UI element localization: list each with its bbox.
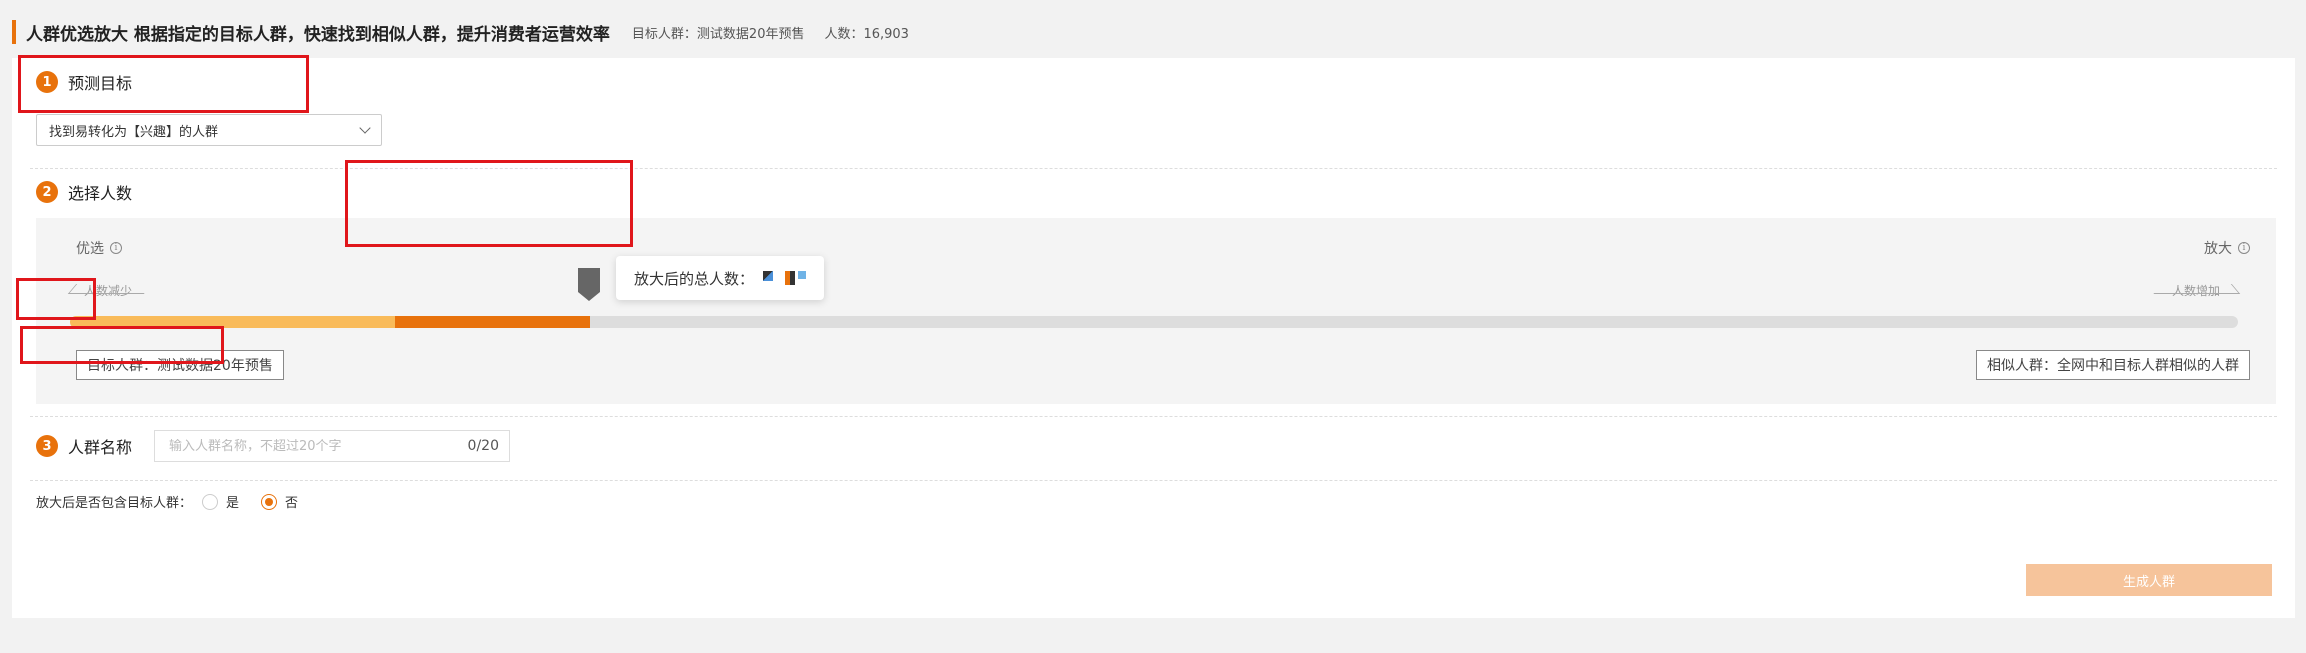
char-counter: 0/20 (467, 438, 499, 454)
step1-heading: 1 预测目标 (36, 70, 132, 94)
expanded-total-label: 放大后的总人数： (634, 269, 755, 288)
slider-track[interactable] (70, 316, 2238, 328)
masked-count (760, 271, 807, 285)
step1-number-icon: 1 (36, 71, 58, 93)
increase-hint-line (2145, 284, 2241, 294)
chevron-down-icon (359, 122, 371, 134)
info-icon[interactable]: i (2238, 242, 2250, 254)
header-accent-bar (12, 20, 16, 44)
target-group-info: 目标人群：测试数据20年预售 (631, 26, 805, 42)
step3-heading: 3 人群名称 (36, 434, 132, 458)
optimize-label-text: 优选 (76, 241, 104, 257)
radio-no[interactable] (261, 493, 278, 510)
slider-fill-optimized (70, 316, 396, 328)
similar-group-button[interactable]: 相似人群：全网中和目标人群相似的人群 (1976, 350, 2250, 380)
slider-handle[interactable] (576, 266, 602, 302)
radio-yes-label[interactable]: 是 (226, 492, 239, 511)
include-target-radio-group: 放大后是否包含目标人群： 是 否 (36, 492, 298, 511)
form-card: 1 预测目标 找到易转化为【兴趣】的人群 2 选择人数 优选 i 放大 i 人数… (12, 58, 2295, 618)
step2-heading: 2 选择人数 (36, 180, 132, 204)
step3-title: 人群名称 (68, 438, 133, 457)
prediction-target-select[interactable]: 找到易转化为【兴趣】的人群 (36, 114, 382, 146)
info-icon[interactable]: i (110, 242, 122, 254)
expand-label-text: 放大 (2204, 241, 2232, 257)
target-group-button[interactable]: 目标人群：测试数据20年预售 (76, 350, 284, 380)
section-divider (30, 480, 2277, 481)
include-target-label: 放大后是否包含目标人群： (36, 496, 193, 511)
group-count-info: 人数：16,903 (824, 26, 909, 42)
step1-title: 预测目标 (68, 74, 133, 93)
expanded-total-tooltip: 放大后的总人数： (616, 256, 825, 300)
step2-number-icon: 2 (36, 181, 58, 203)
section-divider (30, 416, 2277, 417)
section-divider (30, 168, 2277, 169)
page-title: 人群优选放大 根据指定的目标人群，快速找到相似人群，提升消费者运营效率 (26, 24, 610, 45)
page-header: 人群优选放大 根据指定的目标人群，快速找到相似人群，提升消费者运营效率 目标人群… (12, 18, 909, 46)
step2-title: 选择人数 (68, 184, 133, 203)
group-name-field[interactable]: 0/20 (154, 430, 510, 462)
expand-label: 放大 i (2204, 238, 2250, 258)
radio-no-label[interactable]: 否 (285, 492, 298, 511)
group-name-input[interactable] (169, 438, 439, 454)
decrease-hint-line (67, 284, 153, 294)
audience-size-slider-panel: 优选 i 放大 i 人数减少 人数增加 放大后的总人数： 目标人群：测试数据20… (36, 218, 2276, 404)
radio-yes[interactable] (202, 493, 219, 510)
generate-group-button[interactable]: 生成人群 (2026, 564, 2272, 596)
slider-fill-expanded (395, 316, 591, 328)
optimize-label: 优选 i (76, 238, 122, 258)
step3-number-icon: 3 (36, 435, 58, 457)
prediction-target-value: 找到易转化为【兴趣】的人群 (49, 124, 219, 140)
